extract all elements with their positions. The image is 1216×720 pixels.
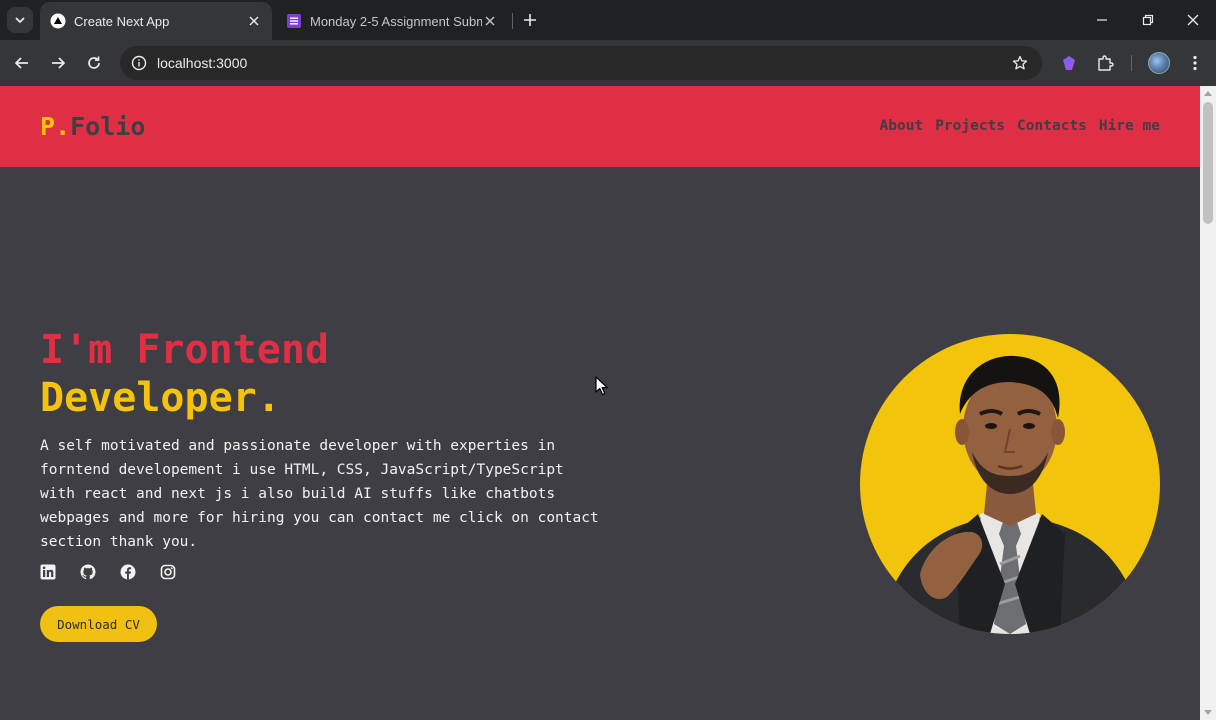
portrait-illustration	[880, 355, 1145, 634]
hero-title-line2: Developer.	[40, 375, 281, 421]
tab-title: Create Next App	[74, 13, 170, 29]
reload-icon	[88, 56, 100, 69]
close-icon[interactable]	[482, 13, 498, 29]
address-bar[interactable]: localhost:3000	[120, 46, 1042, 80]
page-viewport: P.Folio About Projects Contacts Hire me …	[0, 86, 1200, 720]
tab-create-next-app[interactable]: Create Next App	[40, 2, 272, 40]
restore-icon	[1142, 14, 1154, 26]
close-icon[interactable]	[246, 13, 262, 29]
extension-gem-icon[interactable]	[1057, 51, 1081, 75]
hero-title: I'm Frontend Developer.	[40, 326, 329, 422]
restore-button[interactable]	[1125, 0, 1171, 40]
logo-p: P	[40, 112, 56, 141]
page-scrollbar[interactable]	[1200, 86, 1216, 720]
back-button[interactable]	[8, 49, 36, 77]
tab-title: Monday 2-5 Assignment Submi	[310, 13, 482, 29]
hero-title-line1: I'm Frontend	[40, 327, 329, 373]
new-tab-button[interactable]	[519, 9, 541, 31]
url-text: localhost:3000	[157, 55, 248, 71]
menu-kebab-icon[interactable]	[1183, 51, 1207, 75]
bookmark-star-icon[interactable]	[1010, 53, 1030, 73]
profile-avatar[interactable]	[1148, 52, 1170, 74]
logo-folio: Folio	[70, 112, 146, 141]
scroll-down-arrow-icon[interactable]	[1200, 706, 1216, 720]
nav-link-contacts[interactable]: Contacts	[1017, 118, 1087, 134]
nav-link-about[interactable]: About	[880, 118, 924, 134]
github-icon[interactable]	[80, 564, 96, 580]
linkedin-icon[interactable]	[40, 564, 56, 580]
arrow-left-icon	[14, 57, 28, 69]
toolbar-separator	[1131, 55, 1132, 71]
scroll-thumb[interactable]	[1203, 102, 1213, 224]
logo-dot: .	[55, 112, 71, 141]
minimize-button[interactable]	[1079, 0, 1125, 40]
social-links	[40, 564, 176, 580]
extensions-puzzle-icon[interactable]	[1093, 51, 1117, 75]
site-header: P.Folio About Projects Contacts Hire me	[0, 86, 1200, 167]
nav-link-projects[interactable]: Projects	[935, 118, 1005, 134]
tab-search-button[interactable]	[7, 7, 33, 33]
browser-tab-strip: Create Next App Monday 2-5 Assignment Su…	[0, 0, 1216, 40]
main-nav: About Projects Contacts Hire me	[880, 118, 1160, 134]
tab-monday-assignment[interactable]: Monday 2-5 Assignment Submi	[276, 2, 508, 40]
chevron-down-icon	[15, 17, 25, 24]
nav-link-hire-me[interactable]: Hire me	[1099, 118, 1160, 134]
plus-icon	[524, 14, 536, 26]
browser-toolbar: localhost:3000	[0, 40, 1216, 86]
site-logo[interactable]: P.Folio	[40, 112, 145, 141]
mouse-cursor-icon	[595, 376, 608, 396]
info-icon[interactable]	[122, 46, 156, 80]
forward-button[interactable]	[44, 49, 72, 77]
profile-portrait	[860, 334, 1160, 634]
arrow-right-icon	[52, 57, 66, 69]
tab-divider	[512, 13, 513, 29]
scroll-up-arrow-icon[interactable]	[1200, 86, 1216, 100]
reload-button[interactable]	[80, 49, 108, 77]
close-icon	[1187, 14, 1199, 26]
close-window-button[interactable]	[1170, 0, 1216, 40]
facebook-icon[interactable]	[120, 564, 136, 580]
instagram-icon[interactable]	[160, 564, 176, 580]
minimize-icon	[1097, 19, 1107, 21]
triangle-icon	[50, 13, 66, 29]
download-cv-button[interactable]: Download CV	[40, 606, 157, 642]
hero-description: A self motivated and passionate develope…	[40, 438, 599, 550]
forms-icon	[286, 13, 302, 29]
